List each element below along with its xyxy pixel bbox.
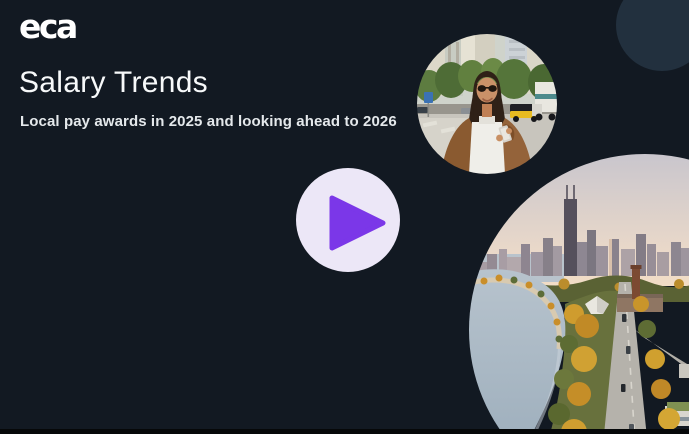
decorative-circle: [616, 0, 689, 71]
play-icon: [296, 168, 400, 272]
presenter-photo: [417, 34, 557, 174]
presenter-photo-circle: [417, 34, 557, 174]
page-subtitle: Local pay awards in 2025 and looking ahe…: [20, 113, 397, 130]
video-cover: eca Salary Trends Local pay awards in 20…: [0, 0, 689, 434]
play-triangle-icon: [332, 198, 383, 248]
bottom-bar: [0, 429, 689, 434]
city-photo-circle: [469, 154, 689, 434]
page-title: Salary Trends: [19, 66, 208, 100]
city-photo: [469, 154, 689, 434]
brand-logo: eca: [19, 10, 76, 43]
play-button[interactable]: [296, 168, 400, 272]
